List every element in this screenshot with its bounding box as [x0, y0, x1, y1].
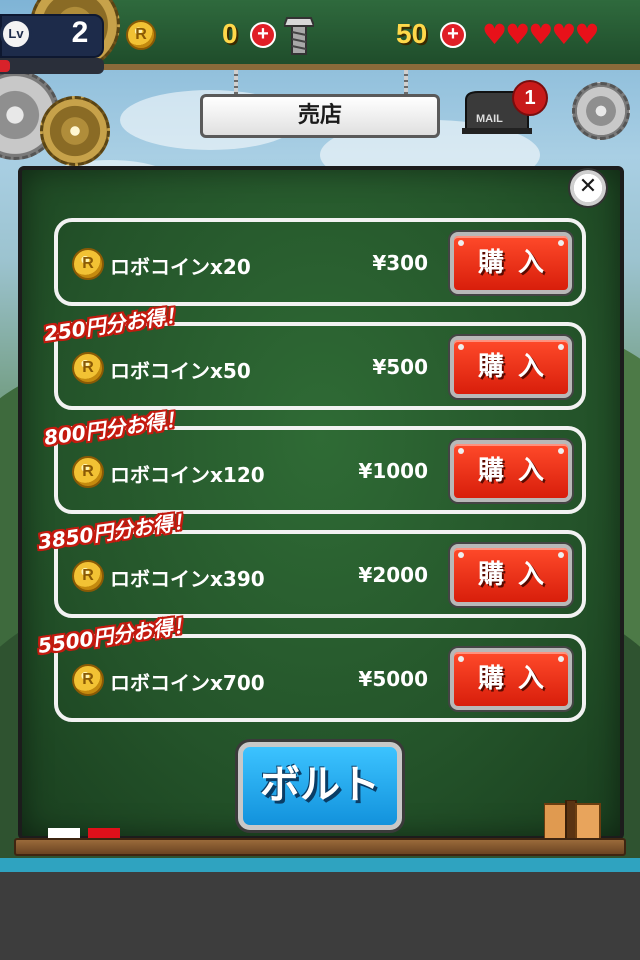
add-bolts-button[interactable]: +: [440, 22, 466, 48]
heart-icon: ♥: [551, 18, 576, 51]
robo-coin-icon: R: [126, 20, 156, 50]
buy-button[interactable]: 購入: [450, 544, 572, 606]
bolt-count: 50: [396, 18, 428, 49]
item-name: ロボコインx390: [110, 567, 265, 591]
mail-badge: 1: [512, 80, 548, 116]
robo-coin-icon: R: [72, 560, 104, 592]
buy-button[interactable]: 購入: [450, 648, 572, 710]
xp-bar: [0, 58, 104, 74]
chain: [234, 70, 238, 96]
buy-button[interactable]: 購入: [450, 440, 572, 502]
buy-button[interactable]: 購入: [450, 336, 572, 398]
item-price: ¥2000: [358, 563, 428, 587]
gear-icon: [40, 96, 110, 166]
bolt-tab-button[interactable]: ボルト: [238, 742, 402, 830]
svg-text:MAIL: MAIL: [476, 113, 503, 125]
water-strip: [0, 858, 640, 872]
heart-icon: ♥: [528, 18, 553, 51]
level-badge: Lv: [0, 18, 32, 50]
item-price: ¥500: [372, 355, 428, 379]
chain: [404, 70, 408, 96]
xp-bar-fill: [0, 60, 10, 72]
item-price: ¥1000: [358, 459, 428, 483]
panel-shelf: [14, 838, 626, 856]
bolt-icon: [284, 17, 314, 55]
shop-item-row: R ロボコインx700 ¥5000 購入: [54, 634, 586, 722]
settings-gear-icon[interactable]: [572, 82, 630, 140]
robo-coin-icon: R: [72, 456, 104, 488]
robo-coin-icon: R: [72, 664, 104, 696]
item-price: ¥300: [372, 251, 428, 275]
shop-item-row: R ロボコインx20 ¥300 購入: [54, 218, 586, 306]
level-value: 2: [71, 16, 89, 49]
shop-item-row: R ロボコインx120 ¥1000 購入: [54, 426, 586, 514]
robo-coin-icon: R: [72, 352, 104, 384]
tab-indicator: [88, 828, 120, 838]
heart-icon: ♥: [574, 18, 599, 51]
heart-icon: ♥: [482, 18, 507, 51]
item-price: ¥5000: [358, 667, 428, 691]
buy-button[interactable]: 購入: [450, 232, 572, 294]
books-icon: [544, 800, 601, 840]
lives-hearts: ♥♥♥♥♥: [482, 18, 600, 51]
shop-title-sign: 売店: [200, 94, 440, 138]
item-name: ロボコインx700: [110, 671, 265, 695]
item-name: ロボコインx50: [110, 359, 251, 383]
tab-indicator: [48, 828, 80, 838]
add-coins-button[interactable]: +: [250, 22, 276, 48]
shop-item-row: R ロボコインx50 ¥500 購入: [54, 322, 586, 410]
close-button[interactable]: ✕: [568, 168, 608, 208]
item-name: ロボコインx120: [110, 463, 265, 487]
robo-coin-icon: R: [72, 248, 104, 280]
shop-item-row: R ロボコインx390 ¥2000 購入: [54, 530, 586, 618]
heart-icon: ♥: [505, 18, 530, 51]
coin-count: 0: [222, 18, 238, 49]
item-name: ロボコインx20: [110, 255, 251, 279]
